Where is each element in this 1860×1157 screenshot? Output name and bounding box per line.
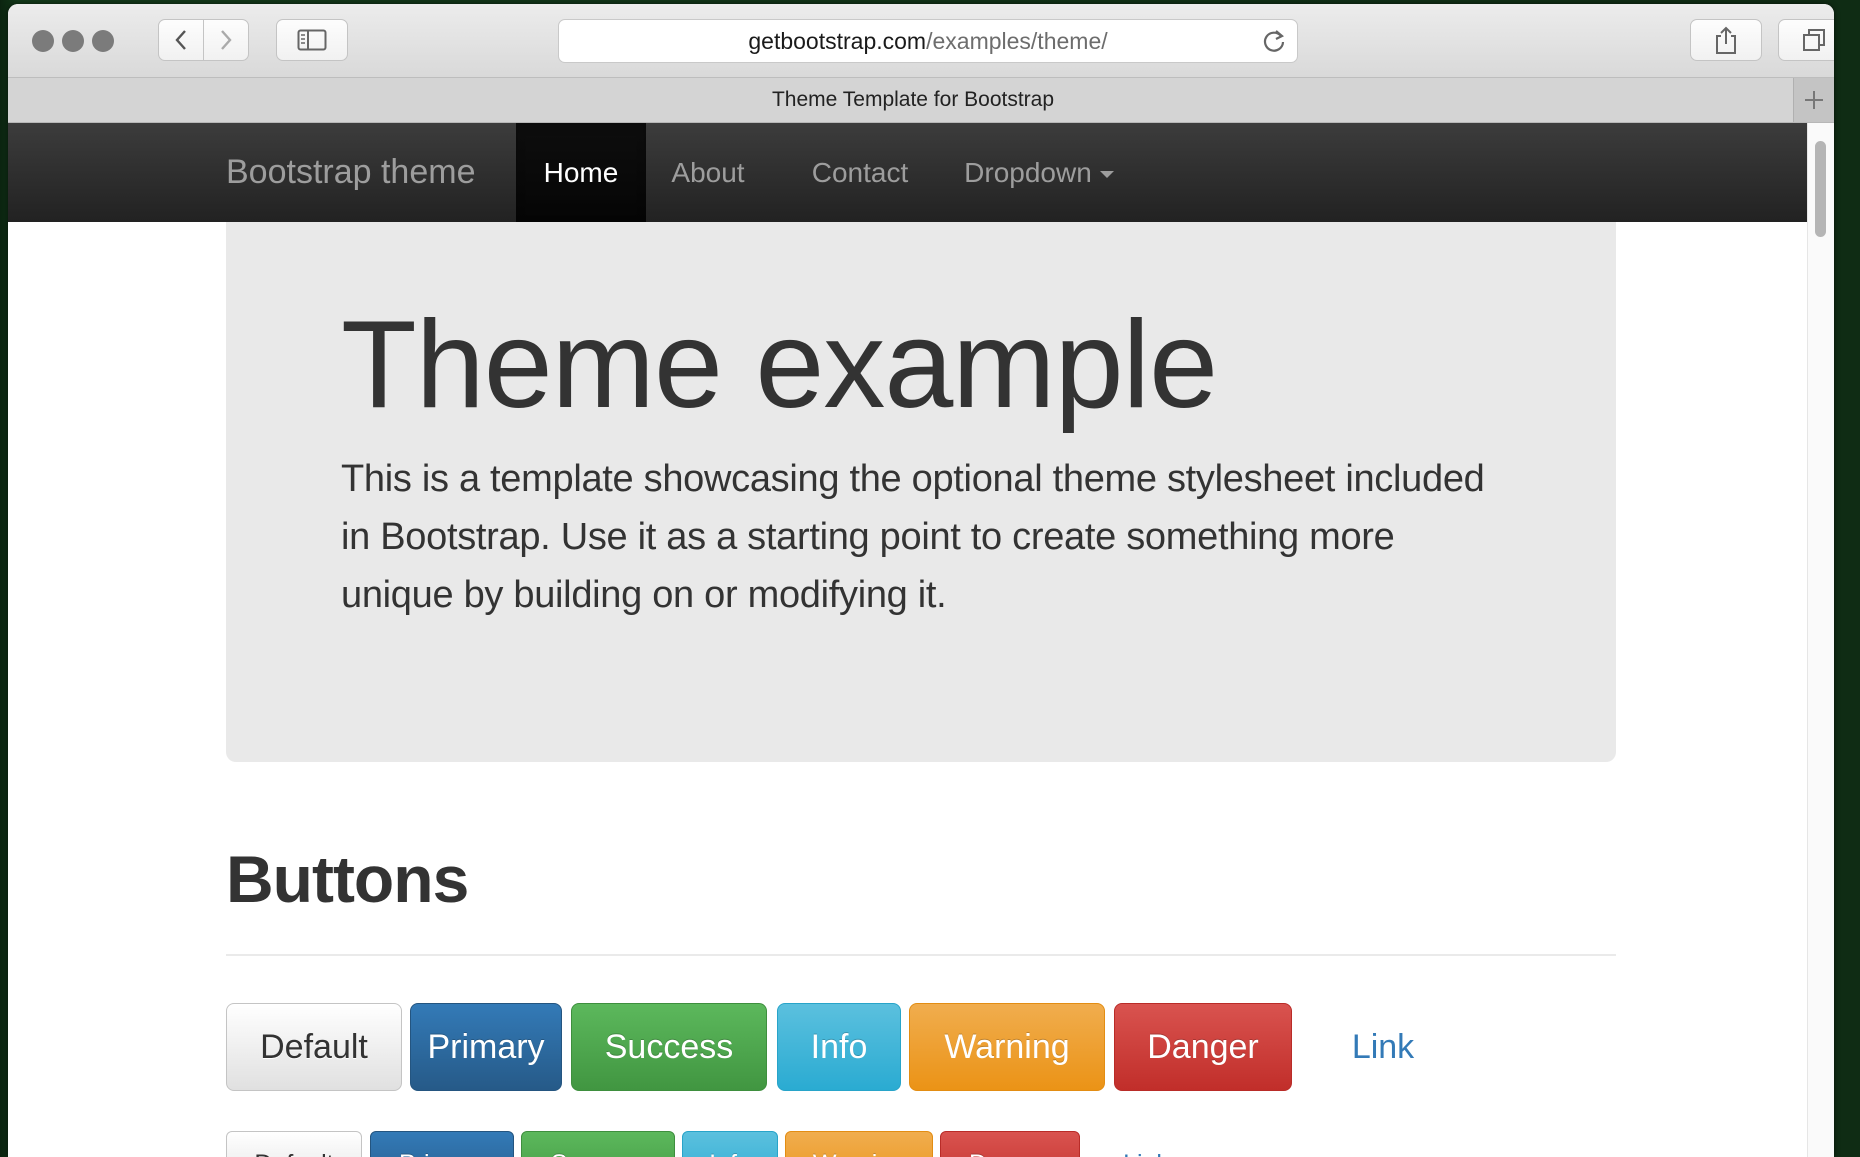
browser-window: getbootstrap.com/examples/theme/ Theme T…	[8, 4, 1834, 1157]
browser-toolbar: getbootstrap.com/examples/theme/	[8, 4, 1834, 78]
tab-bar: Theme Template for Bootstrap	[8, 78, 1834, 123]
nav-item-dropdown[interactable]: Dropdown	[954, 123, 1124, 222]
tabs-icon	[1803, 29, 1825, 51]
warning-button[interactable]: Warning	[785, 1131, 933, 1157]
chevron-left-icon	[175, 30, 186, 50]
divider	[226, 954, 1616, 956]
nav-item-about[interactable]: About	[652, 123, 764, 222]
url-path: /examples/theme/	[926, 27, 1108, 54]
tab-title[interactable]: Theme Template for Bootstrap	[8, 78, 1818, 122]
zoom-window-button[interactable]	[92, 30, 114, 52]
danger-button[interactable]: Danger	[940, 1131, 1080, 1157]
default-button[interactable]: Default	[226, 1131, 362, 1157]
url-domain: getbootstrap.com	[748, 27, 927, 54]
primary-button-large[interactable]: Primary	[410, 1003, 562, 1091]
nav-item-home[interactable]: Home	[516, 123, 646, 222]
page-viewport: Bootstrap theme Home About Contact Dropd…	[8, 123, 1834, 1157]
nav-item-contact[interactable]: Contact	[796, 123, 924, 222]
new-tab-button[interactable]	[1793, 78, 1834, 122]
dropdown-label: Dropdown	[964, 157, 1092, 188]
buttons-heading: Buttons	[226, 842, 469, 916]
share-icon	[1716, 26, 1736, 54]
navbar: Bootstrap theme Home About Contact Dropd…	[8, 123, 1834, 222]
link-button[interactable]: Link	[1098, 1131, 1194, 1157]
link-button-large[interactable]: Link	[1328, 1003, 1438, 1091]
reload-button[interactable]	[1261, 28, 1287, 60]
tabs-overview-button[interactable]	[1778, 19, 1834, 61]
scrollbar-thumb[interactable]	[1815, 141, 1826, 237]
sidebar-button[interactable]	[276, 19, 348, 61]
primary-button[interactable]: Primary	[370, 1131, 514, 1157]
info-button[interactable]: Info	[682, 1131, 778, 1157]
back-button[interactable]	[158, 19, 204, 61]
danger-button-large[interactable]: Danger	[1114, 1003, 1292, 1091]
info-button-large[interactable]: Info	[777, 1003, 901, 1091]
address-bar[interactable]: getbootstrap.com/examples/theme/	[558, 19, 1298, 63]
jumbotron-text: This is a template showcasing the option…	[341, 458, 1485, 616]
default-button-large[interactable]: Default	[226, 1003, 402, 1091]
forward-button[interactable]	[203, 19, 249, 61]
chevron-right-icon	[221, 30, 232, 50]
success-button[interactable]: Success	[521, 1131, 675, 1157]
jumbotron-title: Theme example	[341, 296, 1218, 434]
share-button[interactable]	[1690, 19, 1762, 61]
caret-down-icon	[1099, 171, 1114, 179]
success-button-large[interactable]: Success	[571, 1003, 767, 1091]
close-window-button[interactable]	[32, 30, 54, 52]
minimize-window-button[interactable]	[62, 30, 84, 52]
navbar-brand[interactable]: Bootstrap theme	[226, 123, 475, 222]
page-scrollbar[interactable]	[1807, 123, 1834, 1157]
warning-button-large[interactable]: Warning	[909, 1003, 1105, 1091]
jumbotron: Theme example This is a template showcas…	[226, 222, 1616, 762]
sidebar-icon	[297, 29, 327, 51]
plus-icon	[1805, 91, 1823, 109]
reload-icon	[1263, 30, 1285, 52]
